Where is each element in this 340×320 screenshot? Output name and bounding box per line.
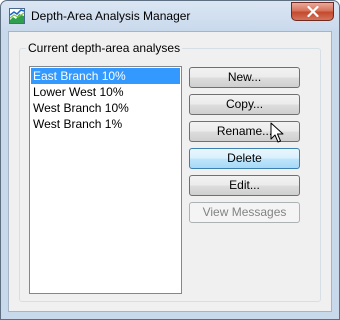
list-item-west-branch-10[interactable]: West Branch 10% [31, 100, 180, 116]
view-messages-button: View Messages [189, 202, 300, 223]
mouse-pointer-icon [270, 122, 284, 143]
group-label: Current depth-area analyses [26, 41, 183, 55]
list-item-east-branch-10[interactable]: East Branch 10% [31, 68, 180, 84]
title-bar[interactable]: Depth-Area Analysis Manager [1, 1, 339, 31]
analyses-listbox[interactable]: East Branch 10% Lower West 10% West Bran… [29, 66, 182, 294]
dialog-window: Depth-Area Analysis Manager Current dept… [0, 0, 340, 320]
window-title: Depth-Area Analysis Manager [31, 9, 191, 23]
depth-area-chart-icon [9, 8, 25, 24]
delete-button[interactable]: Delete [189, 148, 300, 169]
list-item-lower-west-10[interactable]: Lower West 10% [31, 84, 180, 100]
close-icon [306, 6, 319, 17]
list-item-west-branch-1[interactable]: West Branch 1% [31, 116, 180, 132]
copy-button[interactable]: Copy... [189, 94, 300, 115]
close-button[interactable] [291, 2, 334, 21]
new-button[interactable]: New... [189, 67, 300, 88]
dialog-client-area: Current depth-area analyses East Branch … [8, 31, 332, 312]
edit-button[interactable]: Edit... [189, 175, 300, 196]
